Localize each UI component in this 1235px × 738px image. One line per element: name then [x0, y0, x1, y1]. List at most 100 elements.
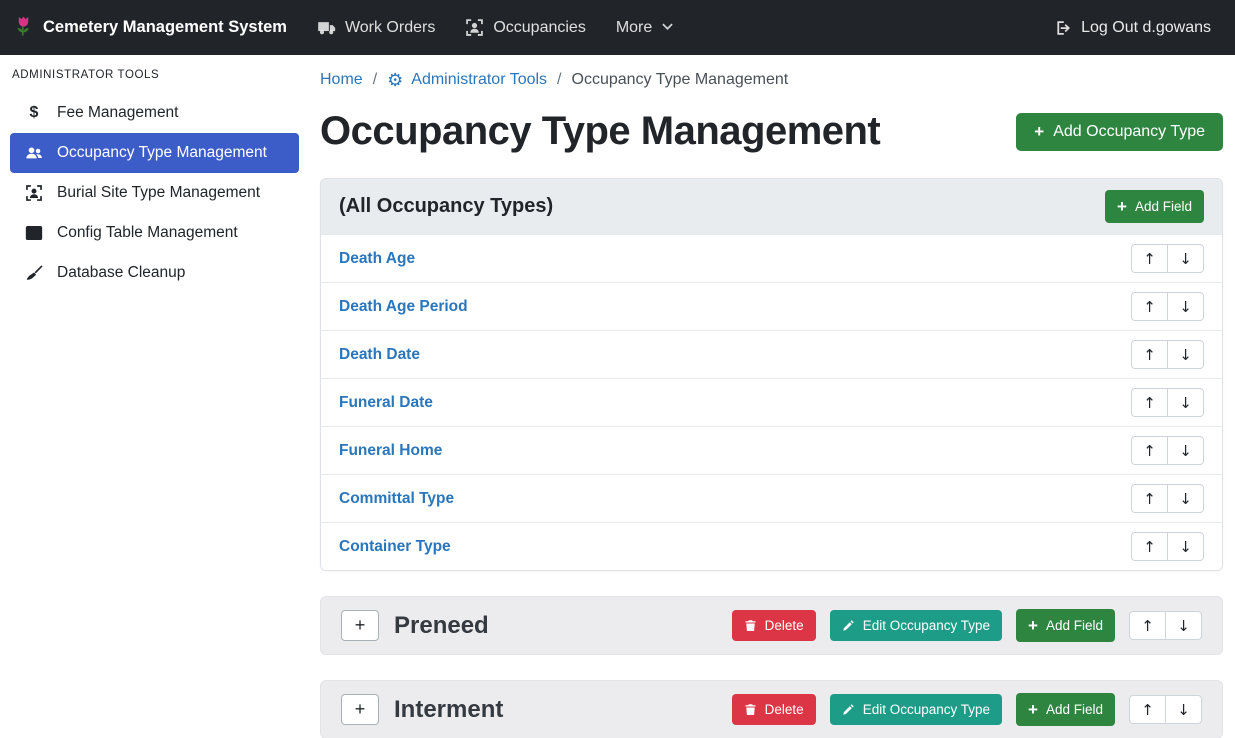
sidebar-section-header: ADMINISTRATOR TOOLS: [0, 63, 308, 93]
flower-logo-icon: [14, 15, 33, 40]
move-down-button[interactable]: ↓: [1167, 388, 1204, 417]
move-up-button[interactable]: ↑: [1131, 484, 1168, 513]
field-row: Death Age Period ↑ ↓: [321, 282, 1222, 330]
plus-icon: +: [1117, 198, 1127, 215]
trash-icon: [744, 619, 757, 632]
field-row: Funeral Home ↑ ↓: [321, 426, 1222, 474]
sidebar-item-burial-site-type-management[interactable]: Burial Site Type Management: [10, 173, 299, 213]
move-down-button[interactable]: ↓: [1165, 611, 1202, 640]
reorder-group: ↑ ↓: [1131, 244, 1204, 273]
app-brand[interactable]: Cemetery Management System: [14, 15, 287, 40]
expand-button[interactable]: +: [341, 610, 379, 641]
gear-icon: ⚙: [387, 71, 403, 89]
sidebar: ADMINISTRATOR TOOLS $ Fee Management Occ…: [0, 55, 308, 738]
truck-icon: [317, 18, 336, 37]
add-field-label: Add Field: [1135, 199, 1192, 214]
reorder-group: ↑ ↓: [1131, 340, 1204, 369]
users-icon: [24, 144, 44, 162]
sidebar-item-label: Database Cleanup: [57, 264, 185, 282]
sidebar-item-label: Burial Site Type Management: [57, 184, 260, 202]
pencil-icon: [842, 703, 855, 716]
add-occupancy-type-label: Add Occupancy Type: [1053, 123, 1205, 141]
delete-button[interactable]: Delete: [732, 610, 816, 641]
sidebar-item-label: Config Table Management: [57, 224, 238, 242]
move-up-button[interactable]: ↑: [1131, 532, 1168, 561]
logout-button[interactable]: Log Out d.gowans: [1054, 19, 1211, 37]
nav-work-orders-label: Work Orders: [345, 19, 435, 37]
plus-icon: +: [1028, 617, 1038, 634]
move-up-button[interactable]: ↑: [1129, 695, 1166, 724]
field-link[interactable]: Funeral Date: [339, 394, 433, 412]
reorder-group: ↑ ↓: [1131, 484, 1204, 513]
reorder-group: ↑ ↓: [1131, 388, 1204, 417]
add-field-button[interactable]: + Add Field: [1016, 693, 1115, 726]
add-field-label: Add Field: [1046, 618, 1103, 633]
edit-occupancy-type-label: Edit Occupancy Type: [863, 618, 990, 633]
move-down-button[interactable]: ↓: [1167, 244, 1204, 273]
move-down-button[interactable]: ↓: [1167, 340, 1204, 369]
field-link[interactable]: Funeral Home: [339, 442, 442, 460]
person-frame-icon: [24, 184, 44, 202]
field-row: Death Age ↑ ↓: [321, 234, 1222, 282]
sidebar-item-config-table-management[interactable]: Config Table Management: [10, 213, 299, 253]
reorder-group: ↑ ↓: [1129, 611, 1202, 640]
breadcrumb-home-link[interactable]: Home: [320, 71, 363, 89]
card-header: (All Occupancy Types) + Add Field: [321, 179, 1222, 234]
move-down-button[interactable]: ↓: [1167, 436, 1204, 465]
plus-icon: +: [1028, 701, 1038, 718]
reorder-group: ↑ ↓: [1129, 695, 1202, 724]
app-title: Cemetery Management System: [43, 18, 287, 37]
section-actions: Delete Edit Occupancy Type + Add Field ↑…: [732, 693, 1202, 726]
field-link[interactable]: Committal Type: [339, 490, 454, 508]
field-row: Committal Type ↑ ↓: [321, 474, 1222, 522]
edit-occupancy-type-label: Edit Occupancy Type: [863, 702, 990, 717]
move-up-button[interactable]: ↑: [1131, 388, 1168, 417]
nav-work-orders[interactable]: Work Orders: [317, 18, 435, 37]
delete-label: Delete: [765, 618, 804, 633]
nav-more-label: More: [616, 19, 652, 37]
expand-button[interactable]: +: [341, 694, 379, 725]
move-down-button[interactable]: ↓: [1165, 695, 1202, 724]
sidebar-item-fee-management[interactable]: $ Fee Management: [10, 93, 299, 133]
move-up-button[interactable]: ↑: [1131, 292, 1168, 321]
pencil-icon: [842, 619, 855, 632]
field-link[interactable]: Death Age Period: [339, 298, 468, 316]
delete-label: Delete: [765, 702, 804, 717]
field-link[interactable]: Container Type: [339, 538, 451, 556]
breadcrumb-admin-tools-link[interactable]: ⚙ Administrator Tools: [387, 71, 547, 89]
move-down-button[interactable]: ↓: [1167, 292, 1204, 321]
nav-occupancies-label: Occupancies: [493, 19, 586, 37]
move-up-button[interactable]: ↑: [1131, 340, 1168, 369]
move-up-button[interactable]: ↑: [1131, 436, 1168, 465]
move-down-button[interactable]: ↓: [1167, 484, 1204, 513]
field-link[interactable]: Death Age: [339, 250, 415, 268]
breadcrumb-admin-tools-label: Administrator Tools: [411, 71, 547, 89]
field-link[interactable]: Death Date: [339, 346, 420, 364]
nav-occupancies[interactable]: Occupancies: [465, 18, 586, 37]
plus-icon: +: [1034, 123, 1044, 140]
nav-more[interactable]: More: [616, 19, 674, 37]
section-name: Interment: [394, 696, 503, 724]
reorder-group: ↑ ↓: [1131, 436, 1204, 465]
add-field-button[interactable]: + Add Field: [1105, 190, 1204, 223]
occupancy-type-section-interment: + Interment Delete Edit Occupancy Type +…: [320, 680, 1223, 738]
add-occupancy-type-button[interactable]: + Add Occupancy Type: [1016, 113, 1223, 151]
card-title: (All Occupancy Types): [339, 195, 553, 218]
sidebar-item-label: Occupancy Type Management: [57, 144, 267, 162]
breadcrumb-current: Occupancy Type Management: [572, 71, 789, 89]
sidebar-item-occupancy-type-management[interactable]: Occupancy Type Management: [10, 133, 299, 173]
delete-button[interactable]: Delete: [732, 694, 816, 725]
field-row: Funeral Date ↑ ↓: [321, 378, 1222, 426]
edit-occupancy-type-button[interactable]: Edit Occupancy Type: [830, 694, 1002, 725]
dollar-icon: $: [24, 104, 44, 122]
field-row: Container Type ↑ ↓: [321, 522, 1222, 570]
table-icon: [24, 224, 44, 242]
move-up-button[interactable]: ↑: [1131, 244, 1168, 273]
add-field-button[interactable]: + Add Field: [1016, 609, 1115, 642]
edit-occupancy-type-button[interactable]: Edit Occupancy Type: [830, 610, 1002, 641]
sidebar-item-database-cleanup[interactable]: Database Cleanup: [10, 253, 299, 293]
main-content: Home / ⚙ Administrator Tools / Occupancy…: [308, 55, 1235, 738]
breadcrumb: Home / ⚙ Administrator Tools / Occupancy…: [320, 71, 1223, 89]
move-down-button[interactable]: ↓: [1167, 532, 1204, 561]
move-up-button[interactable]: ↑: [1129, 611, 1166, 640]
